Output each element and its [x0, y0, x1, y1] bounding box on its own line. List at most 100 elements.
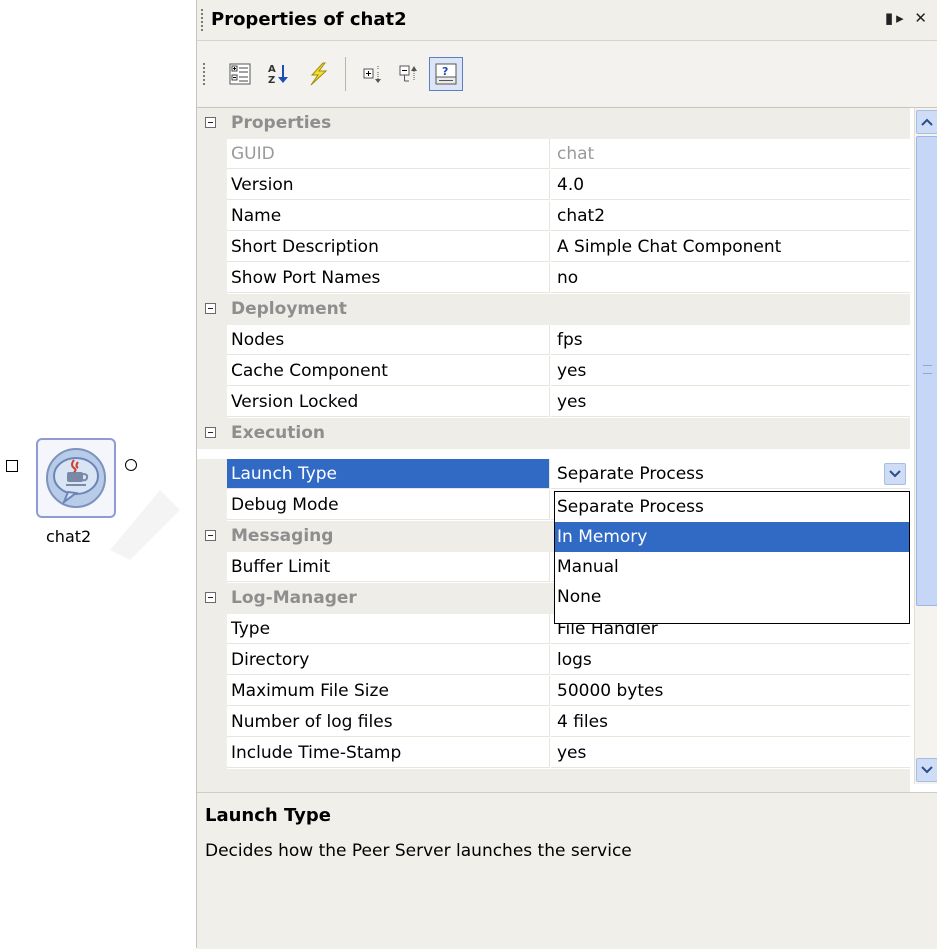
vertical-scrollbar[interactable] [914, 108, 937, 784]
expand-all-button[interactable] [357, 57, 391, 91]
property-value[interactable]: yes [551, 356, 910, 386]
property-row-num-log-files[interactable]: Number of log files 4 files [197, 707, 910, 738]
categorized-view-button[interactable] [223, 57, 257, 91]
close-icon[interactable]: ✕ [914, 9, 930, 27]
category-deployment[interactable]: Deployment [197, 294, 910, 325]
property-value[interactable]: 50000 bytes [551, 676, 910, 706]
property-row-name[interactable]: Name chat2 [197, 201, 910, 232]
collapse-icon[interactable] [205, 427, 216, 438]
svg-text:A: A [268, 64, 276, 75]
property-row-launch-type[interactable]: Launch Type Separate Process [197, 459, 910, 490]
property-value[interactable]: yes [551, 387, 910, 417]
watermark-graphic [110, 490, 180, 560]
collapse-icon[interactable] [205, 303, 216, 314]
property-name: Include Time-Stamp [227, 738, 550, 768]
help-title: Launch Type [205, 805, 331, 826]
chevron-down-icon [889, 470, 901, 478]
component-label: chat2 [46, 527, 92, 546]
help-description: Decides how the Peer Server launches the… [205, 841, 632, 861]
launch-type-select[interactable]: Separate Process [551, 459, 910, 489]
category-properties[interactable]: Properties [197, 108, 910, 139]
property-row-max-file-size[interactable]: Maximum File Size 50000 bytes [197, 676, 910, 707]
dropdown-arrow-button[interactable] [884, 463, 906, 485]
collapse-icon[interactable] [205, 530, 216, 541]
svg-text:?: ? [442, 65, 448, 78]
property-row-show-port-names[interactable]: Show Port Names no [197, 263, 910, 294]
az-sort-icon: A Z [268, 64, 288, 86]
property-row-short-description[interactable]: Short Description A Simple Chat Componen… [197, 232, 910, 263]
properties-panel: Properties of chat2 ▮▸ ✕ A Z ? Propertie… [196, 0, 937, 949]
category-label: Deployment [231, 299, 347, 319]
chevron-down-icon [921, 766, 933, 774]
events-button[interactable] [301, 57, 335, 91]
category-execution[interactable]: Execution [197, 418, 910, 449]
property-value[interactable]: yes [551, 738, 910, 768]
property-value[interactable]: 4 files [551, 707, 910, 737]
categorized-icon [229, 63, 251, 85]
collapse-all-button[interactable] [393, 57, 427, 91]
svg-text:Z: Z [268, 75, 275, 86]
property-value[interactable]: logs [551, 645, 910, 675]
property-row-version[interactable]: Version 4.0 [197, 170, 910, 201]
property-name: Version [227, 170, 550, 200]
properties-toolbar: A Z ? [197, 41, 937, 108]
category-label: Log-Manager [231, 588, 357, 608]
lightning-icon [310, 62, 328, 86]
property-name: Launch Type [227, 459, 550, 489]
property-name: Type [227, 614, 550, 644]
property-name: Buffer Limit [227, 552, 550, 582]
panel-title: Properties of chat2 [211, 9, 407, 30]
dropdown-option[interactable]: None [555, 582, 909, 612]
property-row-version-locked[interactable]: Version Locked yes [197, 387, 910, 418]
property-value[interactable]: fps [551, 325, 910, 355]
scroll-down-button[interactable] [916, 758, 937, 782]
property-row-nodes[interactable]: Nodes fps [197, 325, 910, 356]
property-value[interactable]: 4.0 [551, 170, 910, 200]
toolbar-separator [345, 57, 346, 91]
property-row-cache-component[interactable]: Cache Component yes [197, 356, 910, 387]
launch-type-options: Separate Process In Memory Manual None [554, 491, 910, 624]
property-value[interactable]: A Simple Chat Component [551, 232, 910, 262]
collapse-icon [399, 65, 417, 82]
property-name: Directory [227, 645, 550, 675]
selected-value: Separate Process [557, 464, 704, 484]
property-row-include-timestamp[interactable]: Include Time-Stamp yes [197, 738, 910, 769]
chevron-up-icon [921, 118, 933, 126]
property-value[interactable]: chat2 [551, 201, 910, 231]
dropdown-option[interactable]: Manual [555, 552, 909, 582]
property-name: Show Port Names [227, 263, 550, 293]
panel-titlebar[interactable]: Properties of chat2 ▮▸ ✕ [197, 0, 937, 41]
help-panel-icon: ? [435, 63, 457, 85]
property-row-guid[interactable]: GUID chat [197, 139, 910, 170]
property-name: Version Locked [227, 387, 550, 417]
alphabetical-sort-button[interactable]: A Z [261, 57, 295, 91]
property-row-directory[interactable]: Directory logs [197, 645, 910, 676]
collapse-icon[interactable] [205, 592, 216, 603]
help-toggle-button[interactable]: ? [429, 57, 463, 91]
java-chat-icon [46, 448, 106, 508]
titlebar-grip[interactable] [201, 9, 205, 31]
pin-icon[interactable]: ▮▸ [885, 9, 907, 27]
input-port[interactable] [6, 460, 18, 472]
property-name: Debug Mode [227, 490, 550, 520]
property-name: Name [227, 201, 550, 231]
expand-icon [363, 66, 381, 83]
collapse-icon[interactable] [205, 117, 216, 128]
property-name: Cache Component [227, 356, 550, 386]
dropdown-option[interactable]: In Memory [555, 522, 909, 552]
category-label: Messaging [231, 526, 334, 546]
property-name: Number of log files [227, 707, 550, 737]
dropdown-option[interactable]: Separate Process [555, 492, 909, 522]
toolbar-grip[interactable] [203, 63, 207, 85]
property-value: chat [551, 139, 910, 169]
help-pane: Launch Type Decides how the Peer Server … [197, 792, 937, 949]
category-partial [197, 769, 910, 792]
property-name: Nodes [227, 325, 550, 355]
scrollbar-thumb[interactable] [916, 136, 937, 606]
category-label: Properties [231, 113, 332, 133]
property-name: Maximum File Size [227, 676, 550, 706]
property-name: Short Description [227, 232, 550, 262]
property-value[interactable]: no [551, 263, 910, 293]
property-name: GUID [227, 139, 550, 169]
scroll-up-button[interactable] [916, 110, 937, 134]
